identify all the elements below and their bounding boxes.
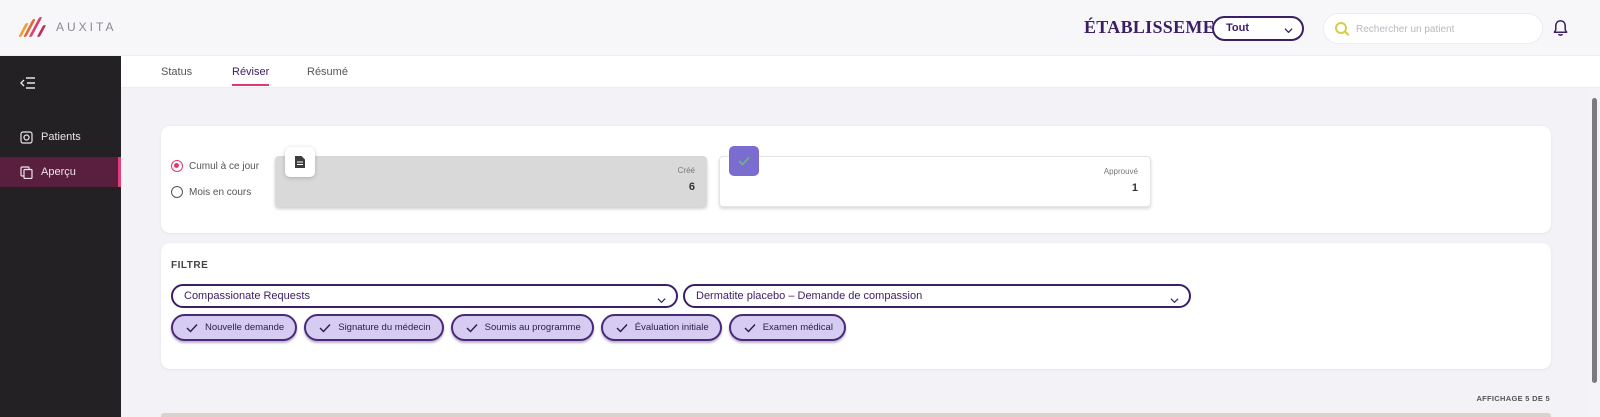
- chip-label: Examen médical: [762, 322, 833, 333]
- chip-evaluation-initiale[interactable]: Évaluation initiale: [600, 314, 722, 341]
- chip-label: Évaluation initiale: [634, 322, 709, 333]
- sidebar-item-apercu[interactable]: Aperçu: [0, 157, 121, 187]
- etablissement-select[interactable]: Tout: [1212, 16, 1304, 41]
- document-icon: [285, 147, 315, 177]
- stat-created: Créé 6: [275, 156, 707, 207]
- sidebar-item-label: Aperçu: [41, 166, 76, 178]
- status-chips: Nouvelle demande Signature du médecin So…: [171, 314, 853, 341]
- stat-label: Créé: [677, 166, 695, 175]
- stats-card: Cumul à ce jour Mois en cours Créé 6 App…: [161, 126, 1551, 233]
- program-select-value: Compassionate Requests: [184, 290, 310, 302]
- patient-search[interactable]: [1323, 13, 1543, 44]
- tab-reviser[interactable]: Réviser: [232, 66, 270, 86]
- tab-bar: Status Réviser Résumé: [121, 56, 1600, 88]
- filter-title: FILTRE: [171, 260, 209, 271]
- scrollbar[interactable]: [1590, 88, 1600, 417]
- check-icon: [616, 323, 628, 333]
- filter-card: FILTRE Compassionate Requests Dermatite …: [161, 243, 1551, 369]
- chip-label: Nouvelle demande: [205, 322, 285, 333]
- sidebar-item-patients[interactable]: Patients: [0, 122, 121, 152]
- bell-icon[interactable]: [1552, 19, 1569, 37]
- check-icon: [729, 146, 759, 176]
- chip-signature-medecin[interactable]: Signature du médecin: [304, 314, 444, 341]
- check-icon: [744, 323, 756, 333]
- radio-cumul[interactable]: Cumul à ce jour: [171, 160, 259, 172]
- radio-label: Cumul à ce jour: [189, 160, 260, 172]
- stat-value: 6: [688, 181, 695, 193]
- check-icon: [186, 323, 198, 333]
- chevron-down-icon: [1170, 292, 1179, 312]
- radio-mois[interactable]: Mois en cours: [171, 186, 251, 198]
- request-select[interactable]: Dermatite placebo – Demande de compassio…: [683, 284, 1191, 308]
- sidebar-item-label: Patients: [41, 131, 81, 143]
- scrollbar-thumb[interactable]: [1592, 98, 1597, 383]
- results-count: AFFICHAGE 5 DE 5: [1476, 394, 1550, 403]
- program-select[interactable]: Compassionate Requests: [171, 284, 678, 308]
- chip-label: Signature du médecin: [338, 322, 431, 333]
- chip-label: Soumis au programme: [484, 322, 581, 333]
- collapse-menu-icon[interactable]: [20, 76, 36, 90]
- logo-text: AUXITA: [56, 20, 117, 34]
- radio-button[interactable]: [171, 186, 183, 198]
- tab-resume[interactable]: Résumé: [307, 66, 348, 86]
- chip-nouvelle-demande[interactable]: Nouvelle demande: [171, 314, 298, 341]
- stat-value: 1: [1131, 182, 1138, 194]
- check-icon: [466, 323, 478, 333]
- chevron-down-icon: [1284, 22, 1293, 43]
- results-table-header: [161, 413, 1551, 417]
- overview-icon: [20, 165, 33, 179]
- chip-examen-medical[interactable]: Examen médical: [728, 314, 846, 341]
- search-input[interactable]: [1356, 21, 1534, 38]
- request-select-value: Dermatite placebo – Demande de compassio…: [696, 290, 923, 302]
- app-logo[interactable]: AUXITA: [18, 17, 117, 37]
- etablissement-value: Tout: [1226, 22, 1250, 34]
- search-icon: [1335, 22, 1347, 34]
- patients-icon: [20, 130, 33, 144]
- chip-soumis-programme[interactable]: Soumis au programme: [450, 314, 594, 341]
- radio-button-checked[interactable]: [171, 160, 183, 172]
- logo-icon: [18, 17, 47, 37]
- top-header: AUXITA ÉTABLISSEMENT Tout: [0, 0, 1600, 56]
- radio-label: Mois en cours: [189, 186, 252, 198]
- sidebar: Patients Aperçu: [0, 56, 121, 417]
- tab-status[interactable]: Status: [161, 66, 192, 86]
- stat-label: Approuvé: [1103, 167, 1138, 176]
- check-icon: [319, 323, 331, 333]
- stat-approved: Approuvé 1: [719, 156, 1151, 207]
- chevron-down-icon: [657, 292, 666, 312]
